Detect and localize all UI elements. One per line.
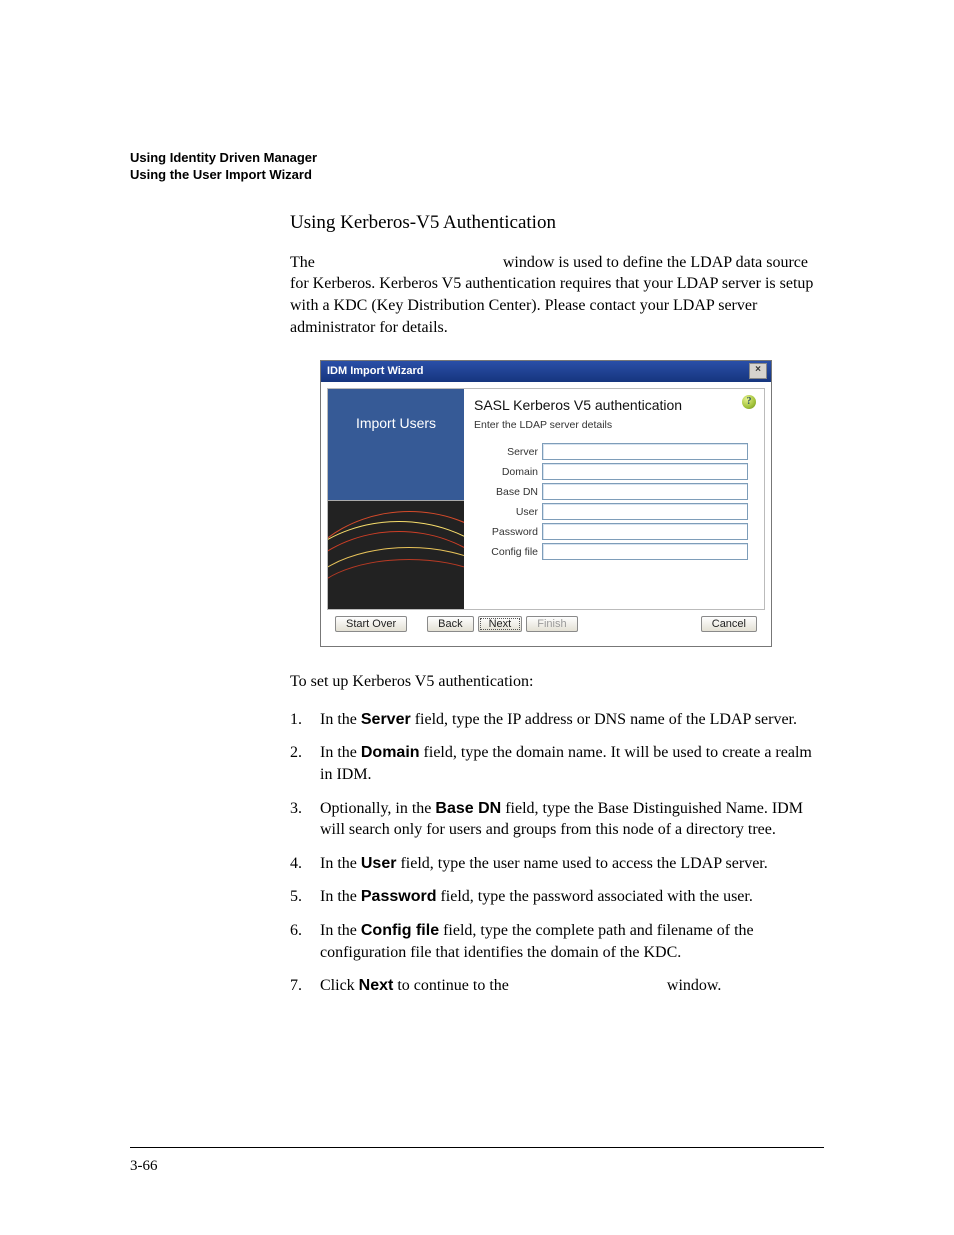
finish-button: Finish (526, 616, 577, 632)
domain-label: Domain (474, 466, 538, 478)
wizard-title: IDM Import Wizard (327, 365, 423, 377)
basedn-label: Base DN (474, 486, 538, 498)
wizard-decorative-image (328, 501, 464, 609)
step-2: In the Domain field, type the domain nam… (290, 742, 824, 785)
config-label: Config file (474, 546, 538, 558)
domain-input[interactable] (542, 463, 748, 480)
start-over-button[interactable]: Start Over (335, 616, 407, 632)
wizard-right-pane: ? SASL Kerberos V5 authentication Enter … (464, 389, 764, 609)
next-button[interactable]: Next (478, 616, 523, 632)
page-footer: 3-66 (130, 1147, 824, 1175)
step-1: In the Server field, type the IP address… (290, 709, 824, 731)
step-3: Optionally, in the Base DN field, type t… (290, 798, 824, 841)
wizard-step-title: SASL Kerberos V5 authentication (474, 397, 754, 413)
server-input[interactable] (542, 443, 748, 460)
steps-list: In the Server field, type the IP address… (290, 709, 824, 997)
intro-suffix: window is used to define the LDAP data s… (290, 254, 813, 336)
header-line-1: Using Identity Driven Manager (130, 150, 824, 167)
wizard-left-pane: Import Users (328, 389, 464, 609)
step-5: In the Password field, type the password… (290, 886, 824, 908)
intro-prefix: The (290, 254, 319, 271)
basedn-input[interactable] (542, 483, 748, 500)
password-label: Password (474, 526, 538, 538)
user-input[interactable] (542, 503, 748, 520)
close-icon[interactable]: × (749, 363, 767, 379)
setup-intro: To set up Kerberos V5 authentication: (290, 671, 824, 693)
page-header: Using Identity Driven Manager Using the … (130, 150, 824, 184)
step-4: In the User field, type the user name us… (290, 853, 824, 875)
user-label: User (474, 506, 538, 518)
config-input[interactable] (542, 543, 748, 560)
back-button[interactable]: Back (427, 616, 473, 632)
page-number: 3-66 (130, 1158, 158, 1174)
wizard-figure: IDM Import Wizard × Import Users (320, 360, 824, 647)
wizard-left-title: Import Users (356, 415, 436, 431)
wizard-button-row: Start Over Back Next Finish Cancel (327, 610, 765, 640)
cancel-button[interactable]: Cancel (701, 616, 757, 632)
server-label: Server (474, 446, 538, 458)
section-title: Using Kerberos-V5 Authentication (290, 212, 824, 234)
idm-import-wizard-window: IDM Import Wizard × Import Users (320, 360, 772, 647)
wizard-step-subtitle: Enter the LDAP server details (474, 419, 754, 431)
header-line-2: Using the User Import Wizard (130, 167, 824, 184)
step-6: In the Config file field, type the compl… (290, 920, 824, 963)
intro-paragraph: The window is used to define the LDAP da… (290, 252, 824, 338)
step-7: Click Next to continue to the window. (290, 975, 824, 997)
wizard-titlebar: IDM Import Wizard × (321, 361, 771, 382)
password-input[interactable] (542, 523, 748, 540)
